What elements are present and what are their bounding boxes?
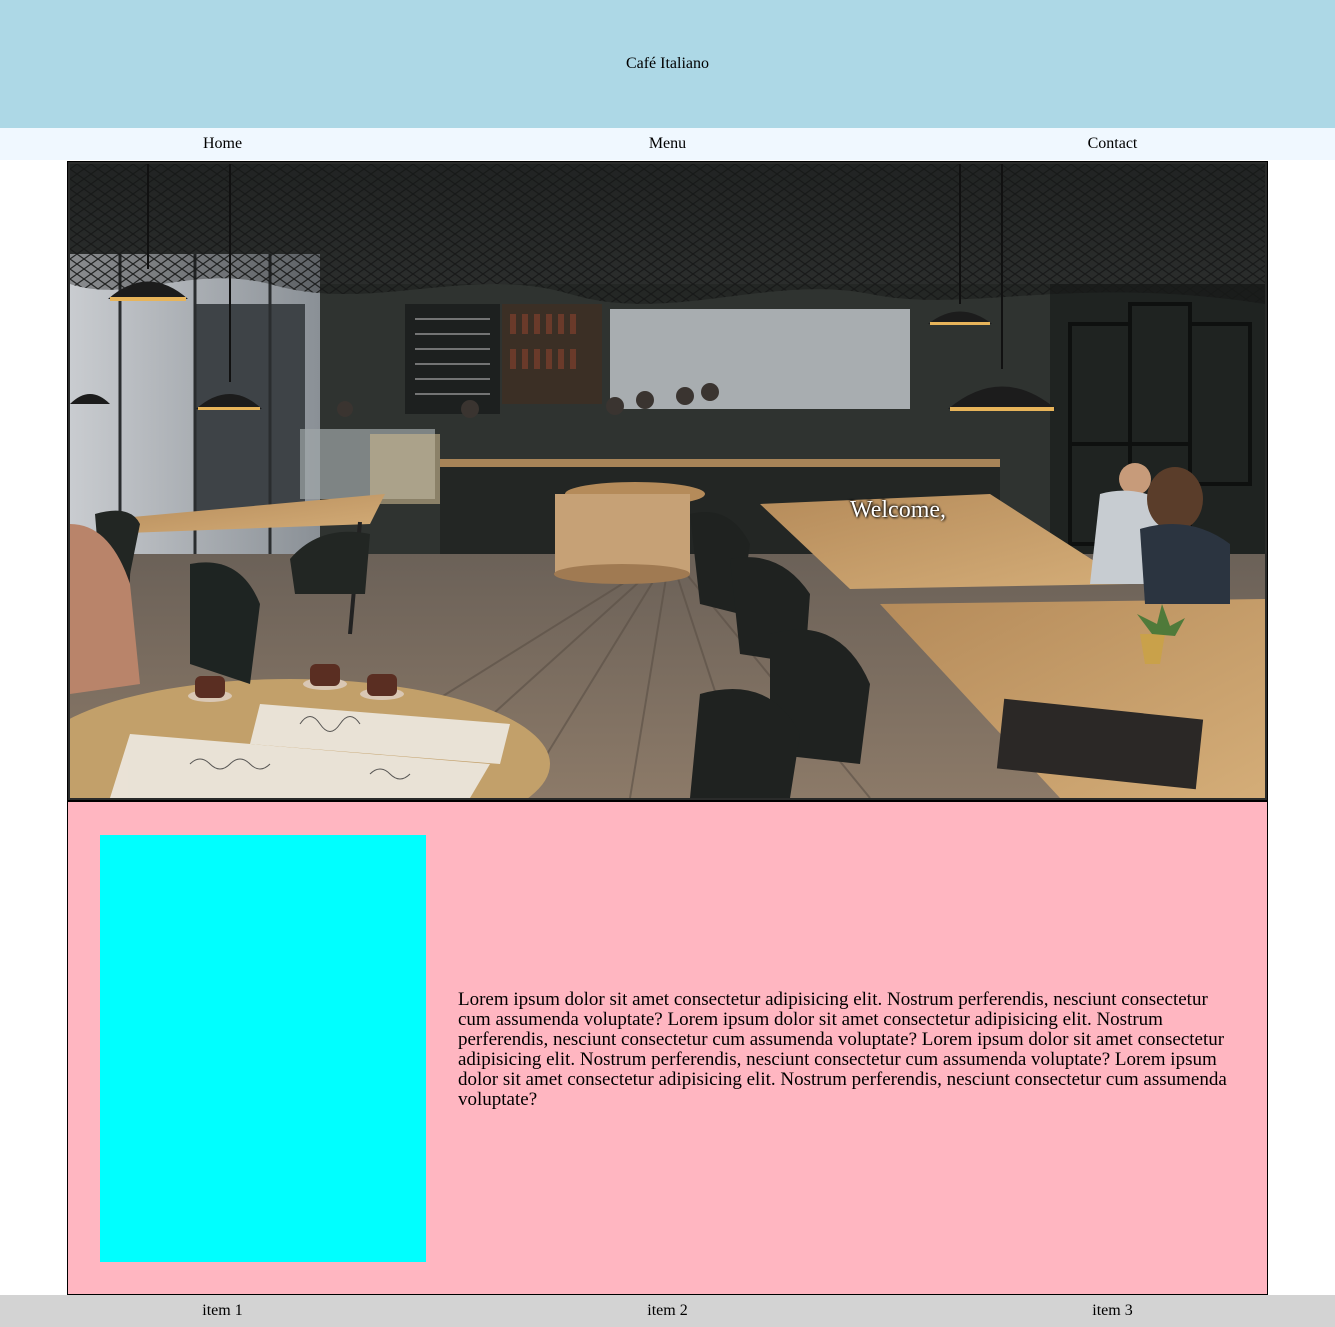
cafe-interior-illustration: [70, 164, 1265, 798]
content-section: Lorem ipsum dolor sit amet consectetur a…: [67, 801, 1268, 1295]
hero-image: [70, 164, 1265, 798]
hero-welcome-text: Welcome,: [850, 497, 947, 523]
content-image-placeholder: [100, 835, 426, 1262]
nav-menu-link[interactable]: Menu: [445, 135, 890, 153]
site-header: Café Italiano: [0, 0, 1335, 128]
footer-item-1: item 1: [202, 1302, 243, 1319]
hero-banner: Welcome,: [67, 161, 1268, 801]
nav-home-link[interactable]: Home: [0, 135, 445, 153]
nav-contact-link[interactable]: Contact: [890, 135, 1335, 153]
footer-item-3: item 3: [1092, 1302, 1133, 1319]
site-title: Café Italiano: [625, 55, 710, 72]
site-footer: item 1 item 2 item 3: [0, 1295, 1335, 1327]
footer-item-2: item 2: [647, 1302, 688, 1319]
main-nav: Home Menu Contact: [0, 128, 1335, 160]
content-paragraph: Lorem ipsum dolor sit amet consectetur a…: [458, 989, 1227, 1110]
